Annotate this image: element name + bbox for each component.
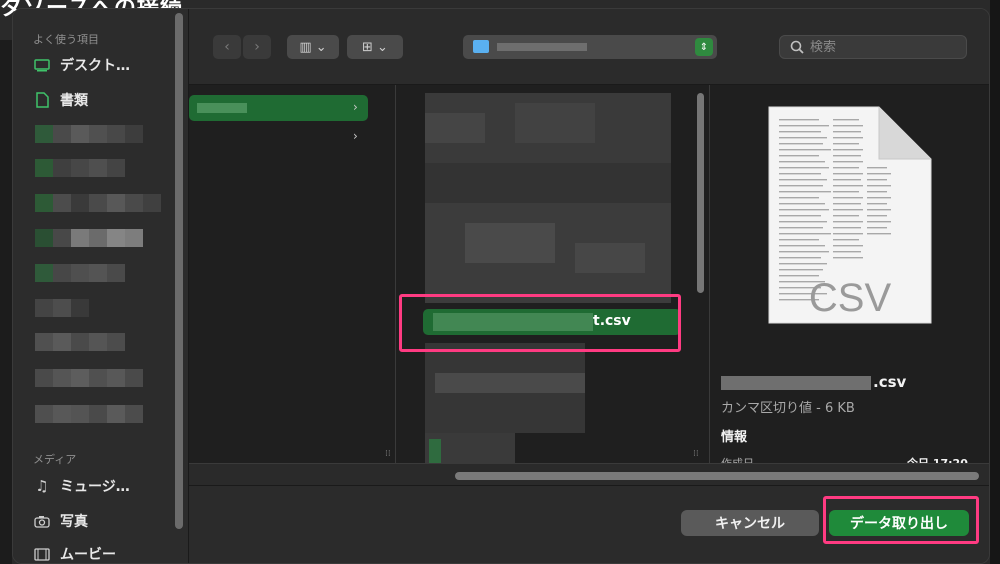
columns-view-icon: ▥ ⌄ [299, 39, 327, 55]
sidebar: よく使う項目 デスクト… 書類 メディア ♫ ミュージ… 写真 ムービー [13, 9, 189, 563]
sidebar-item-music[interactable]: ♫ ミュージ… [33, 475, 130, 497]
doc-type-label: CSV [809, 276, 892, 320]
save-dialog: よく使う項目 デスクト… 書類 メディア ♫ ミュージ… 写真 ムービー ‹ ›… [12, 8, 990, 564]
file-extension: .csv [873, 373, 907, 391]
list-item-selected-file[interactable]: t.csv [423, 309, 681, 335]
sidebar-item-redacted[interactable] [35, 333, 125, 351]
path-stepper-icon: ⇕ [695, 38, 713, 56]
chevron-right-icon: › [254, 39, 260, 55]
file-name-visible: t.csv [593, 313, 631, 329]
sidebar-item-redacted[interactable] [35, 369, 143, 387]
favorites-heading: よく使う項目 [33, 33, 99, 46]
csv-document-icon: CSV [768, 106, 932, 324]
folder-icon [473, 40, 489, 53]
forward-button[interactable]: › [243, 35, 271, 59]
sidebar-item-redacted[interactable] [35, 405, 143, 423]
sidebar-item-redacted[interactable] [35, 229, 143, 247]
sidebar-item-label: 写真 [60, 514, 88, 530]
camera-icon [33, 513, 51, 529]
sidebar-item-documents[interactable]: 書類 [33, 89, 88, 111]
column-resize-grip[interactable]: ⁞⁞ [385, 449, 391, 459]
sidebar-item-redacted[interactable] [35, 125, 143, 143]
preview-pane: CSV .csv カンマ区切り値 - 6 KB 情報 作成日 今日 17:20 [711, 85, 989, 470]
sidebar-item-redacted[interactable] [35, 159, 125, 177]
export-data-button[interactable]: データ取り出し [829, 510, 969, 536]
background-window-edge-right [990, 0, 1000, 564]
desktop-icon [33, 57, 51, 73]
chevron-left-icon: ‹ [224, 39, 230, 55]
sidebar-item-desktop[interactable]: デスクト… [33, 54, 130, 76]
sidebar-item-redacted[interactable] [35, 264, 125, 282]
navigation-buttons: ‹ › [213, 35, 273, 59]
chevron-right-icon: › [353, 129, 358, 143]
group-by-button[interactable]: ⊞ ⌄ [347, 35, 403, 59]
preview-file-name: .csv [721, 373, 906, 391]
sidebar-item-label: 書類 [60, 93, 88, 109]
file-name-redacted [721, 375, 871, 390]
file-browser: › › ⁞⁞ t.csv ⁞⁞ CSV .csv カンマ区切り値 - 6 KB … [189, 85, 989, 485]
column-divider [395, 85, 396, 463]
column-2: t.csv ⁞⁞ [411, 85, 699, 463]
path-name-redacted [497, 43, 587, 51]
background-window-edge [0, 40, 12, 564]
preview-file-kind: カンマ区切り値 - 6 KB [721, 401, 855, 416]
sidebar-item-redacted[interactable] [35, 299, 89, 317]
column-divider [709, 85, 710, 463]
sidebar-scrollbar[interactable] [175, 13, 183, 529]
view-columns-button[interactable]: ▥ ⌄ [287, 35, 339, 59]
search-field[interactable] [779, 35, 967, 59]
sidebar-item-label: ムービー [60, 547, 116, 563]
horizontal-scroll-track [189, 463, 989, 485]
chevron-right-icon: › [353, 100, 358, 114]
horizontal-scrollbar[interactable] [455, 472, 979, 480]
file-list-redacted [425, 93, 671, 463]
dialog-footer: キャンセル データ取り出し [189, 485, 989, 563]
music-note-icon: ♫ [35, 477, 49, 495]
film-icon [33, 546, 51, 562]
sidebar-item-label: ミュージ… [60, 479, 130, 495]
folder-name-redacted [197, 103, 247, 113]
file-name-redacted [433, 313, 593, 331]
column-resize-grip[interactable]: ⁞⁞ [693, 449, 699, 459]
sidebar-item-redacted[interactable] [35, 194, 161, 212]
sidebar-item-label: デスクト… [60, 58, 130, 74]
file-list-scrollbar[interactable] [697, 93, 704, 293]
sidebar-item-photos[interactable]: 写真 [33, 510, 88, 532]
search-icon [790, 40, 804, 54]
list-item-selected-folder[interactable]: › [189, 95, 368, 121]
sidebar-item-movies[interactable]: ムービー [33, 543, 116, 563]
search-input[interactable] [810, 39, 950, 55]
cancel-button[interactable]: キャンセル [681, 510, 819, 536]
column-1: › › ⁞⁞ [189, 85, 391, 463]
path-popup[interactable]: ⇕ [463, 35, 717, 59]
preview-info-heading: 情報 [721, 430, 748, 445]
screen: タソースへの接続 よく使う項目 デスクト… 書類 [0, 0, 1000, 564]
grid-view-icon: ⊞ ⌄ [362, 39, 388, 55]
media-heading: メディア [33, 453, 77, 466]
back-button[interactable]: ‹ [213, 35, 241, 59]
toolbar: ‹ › ▥ ⌄ ⊞ ⌄ ⇕ [189, 9, 989, 85]
document-icon [33, 92, 51, 108]
